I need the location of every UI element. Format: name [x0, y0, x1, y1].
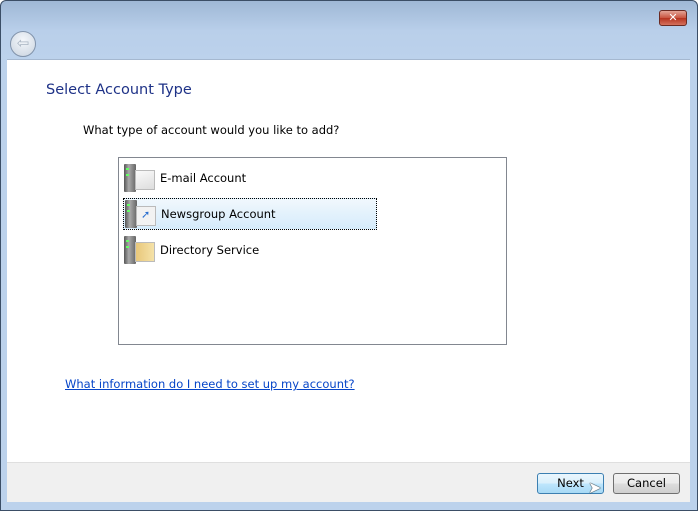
question-label: What type of account would you like to a… — [83, 123, 340, 137]
mouse-cursor-icon: ➤ — [588, 478, 602, 497]
list-item-label: E-mail Account — [160, 171, 247, 185]
list-item-directory-service[interactable]: Directory Service — [123, 234, 377, 266]
cancel-button[interactable]: Cancel — [613, 473, 680, 494]
content-area: Select Account Type What type of account… — [7, 59, 690, 462]
newsgroup-server-icon: ➚ — [124, 198, 156, 230]
list-item-email-account[interactable]: E-mail Account — [123, 162, 377, 194]
email-server-icon — [123, 162, 155, 194]
close-icon: ✕ — [668, 11, 678, 24]
back-button[interactable]: ⇦ — [10, 31, 36, 57]
account-type-list[interactable]: E-mail Account ➚ Newsgroup Account Direc… — [118, 157, 507, 345]
close-button[interactable]: ✕ — [659, 10, 687, 26]
directory-server-icon — [123, 234, 155, 266]
list-item-label: Newsgroup Account — [161, 207, 276, 221]
list-item-newsgroup-account[interactable]: ➚ Newsgroup Account — [123, 198, 377, 230]
help-link[interactable]: What information do I need to set up my … — [65, 377, 355, 391]
list-item-label: Directory Service — [160, 243, 260, 257]
back-arrow-icon: ⇦ — [16, 34, 30, 52]
page-title: Select Account Type — [46, 82, 192, 98]
